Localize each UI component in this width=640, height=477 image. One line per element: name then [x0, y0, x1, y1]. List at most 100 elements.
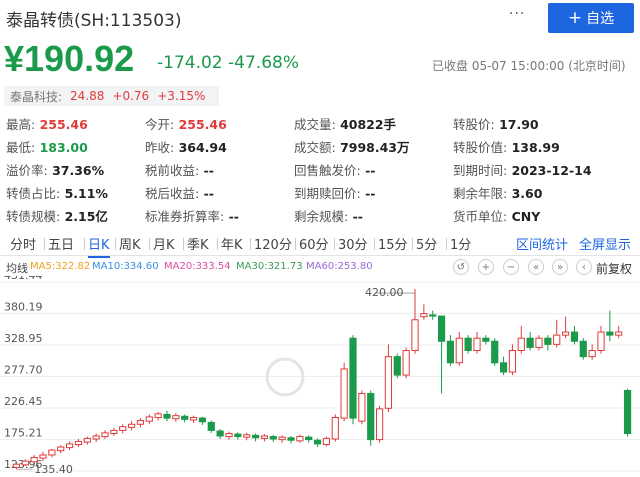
add-to-watchlist-label: 自选	[586, 11, 615, 27]
stat-cell: 昨收: 364.94	[145, 137, 227, 156]
fullscreen-link[interactable]: 全屏显示	[579, 234, 631, 253]
underlying-name: 泰晶科技:	[10, 89, 63, 104]
candle-body	[225, 432, 233, 438]
fast-back-icon[interactable]: «	[528, 259, 544, 275]
stat-label: 成交额:	[294, 140, 336, 155]
tab-7[interactable]: 120分	[254, 234, 292, 253]
stat-value: --	[348, 209, 363, 224]
stat-value: --	[224, 209, 239, 224]
range-stats-link[interactable]: 区间统计	[516, 234, 568, 253]
candle-body	[340, 368, 348, 419]
stat-label: 标准券折算率:	[145, 209, 225, 224]
candle-body	[358, 393, 366, 422]
underlying-stock[interactable]: 泰晶科技: 24.88 +0.76 +3.15%	[4, 86, 220, 106]
candle-body	[74, 440, 83, 446]
chart-toolbar: 均线 前复权 MA5:322.82 MA10:334.60 MA20:333.54 M…	[0, 258, 640, 276]
stat-label: 转债规模:	[6, 209, 61, 224]
candle-body	[349, 337, 357, 419]
y-tick-label: 380.19	[4, 301, 43, 314]
tab-10[interactable]: 15分	[378, 234, 408, 253]
tab-2[interactable]: 日K	[88, 234, 110, 258]
candle-body	[260, 435, 269, 439]
page-title: 泰晶转债(SH:113503)	[6, 11, 182, 31]
stat-label: 今开:	[145, 117, 175, 132]
tab-11[interactable]: 5分	[416, 234, 437, 253]
tab-0[interactable]: 分时	[10, 234, 36, 253]
reset-icon[interactable]: ↺	[453, 259, 469, 275]
more-options-icon[interactable]: ···	[509, 6, 525, 22]
stats-row: 转债规模: 2.15亿 标准券折算率: -- 剩余规模: -- 货币单位: CNY	[6, 206, 636, 226]
stats-row: 最低: 183.00 昨收: 364.94 成交额: 7998.43万 转股价值: 1…	[6, 137, 636, 157]
ma-legend-item: MA20:333.54	[164, 261, 231, 272]
stat-cell: 转债占比: 5.11%	[6, 183, 108, 202]
candle-body	[101, 432, 109, 438]
candle-body	[21, 460, 29, 466]
tab-8[interactable]: 60分	[299, 234, 329, 253]
stat-cell: 税前收益: --	[145, 160, 214, 179]
stat-cell: 溢价率: 37.36%	[6, 160, 104, 179]
stat-label: 剩余年限:	[453, 186, 508, 201]
add-to-watchlist-button[interactable]: + 自选	[548, 3, 634, 33]
tab-separator	[250, 238, 251, 250]
candle-body	[526, 337, 534, 348]
stat-cell: 到期赎回价: --	[294, 183, 375, 202]
candle-body	[92, 435, 100, 440]
y-tick-label: 328.95	[4, 332, 43, 345]
ma-label[interactable]: 均线	[6, 260, 28, 276]
candle-body	[331, 416, 339, 440]
tab-3[interactable]: 周K	[119, 234, 141, 253]
stat-value: --	[360, 186, 376, 201]
stat-value: 2023-12-14	[507, 163, 592, 178]
underlying-change: +0.76	[112, 89, 150, 103]
candle-body	[437, 315, 446, 342]
stat-cell: 转股价: 17.90	[453, 114, 539, 133]
tab-12[interactable]: 1分	[450, 234, 471, 253]
candle-body	[30, 456, 38, 463]
tab-1[interactable]: 五日	[48, 234, 74, 253]
candle-body	[561, 331, 570, 336]
tab-9[interactable]: 30分	[338, 234, 368, 253]
candle-body	[83, 437, 91, 443]
current-price: ¥190.92	[4, 38, 135, 79]
candle-body	[48, 449, 56, 456]
candle-body	[597, 331, 605, 351]
max-label: 420.00	[365, 286, 404, 299]
tab-4[interactable]: 月K	[153, 234, 175, 253]
stat-value: --	[199, 186, 214, 201]
stat-value: 17.90	[494, 117, 539, 132]
candle-body	[198, 417, 207, 423]
stat-cell: 标准券折算率: --	[145, 206, 239, 225]
ma-legend-item: MA10:334.60	[92, 261, 159, 272]
stat-label: 剩余规模:	[294, 209, 349, 224]
stat-value: 255.46	[174, 117, 227, 132]
tab-5[interactable]: 季K	[187, 234, 209, 253]
candle-body	[482, 337, 490, 342]
candle-body	[420, 313, 428, 318]
stat-value: CNY	[507, 209, 541, 224]
candle-body	[181, 415, 189, 420]
stat-label: 回售触发价:	[294, 163, 361, 178]
zoom-in-icon[interactable]: +	[478, 259, 494, 275]
stat-cell: 货币单位: CNY	[453, 206, 540, 225]
fast-forward-icon[interactable]: »	[552, 259, 568, 275]
candle-body	[411, 319, 419, 351]
tab-separator	[374, 238, 375, 250]
candle-body	[491, 340, 499, 364]
stat-label: 转股价值:	[453, 140, 508, 155]
stats-row: 溢价率: 37.36% 税前收益: -- 回售触发价: -- 到期时间: 2023-1…	[6, 160, 636, 180]
candle-body	[455, 337, 463, 364]
kline-chart[interactable]: 431.44380.19328.95277.70226.45175.21123.…	[0, 276, 640, 477]
candle-body	[278, 436, 286, 441]
ma-legend-item: MA30:321.73	[236, 261, 303, 272]
candle-body	[464, 337, 472, 351]
candle-body	[623, 389, 632, 434]
tab-6[interactable]: 年K	[221, 234, 243, 253]
adjust-mode[interactable]: 前复权	[596, 260, 632, 277]
candle-body	[234, 433, 242, 438]
ma-legend-item: MA5:322.82	[30, 261, 91, 272]
candle-body	[127, 423, 136, 428]
zoom-out-icon[interactable]: −	[503, 259, 519, 275]
candle-body	[12, 463, 21, 468]
candle-body	[570, 331, 579, 342]
prev-icon[interactable]: ‹	[576, 259, 592, 275]
